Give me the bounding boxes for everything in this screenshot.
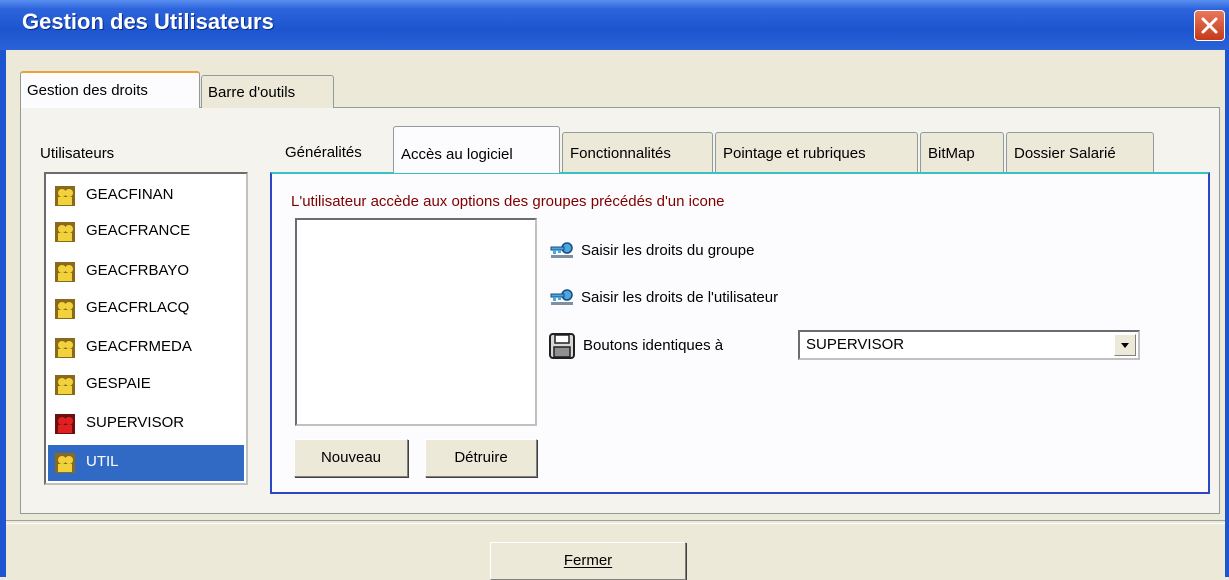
- user-group-icon: [55, 262, 75, 282]
- user-group-icon: [55, 375, 75, 395]
- tab-label: Généralités: [285, 144, 362, 161]
- chevron-down-icon: [1121, 343, 1129, 348]
- tab-generalites[interactable]: Généralités: [278, 132, 393, 172]
- key-icon: [550, 289, 573, 305]
- tab-label: Accès au logiciel: [401, 146, 513, 163]
- list-item-user[interactable]: GESPAIE: [48, 367, 244, 403]
- dropdown-button[interactable]: [1114, 334, 1136, 356]
- floppy-disk-icon: [549, 333, 575, 359]
- tab-fonctionnalites[interactable]: Fonctionnalités: [562, 132, 713, 172]
- user-group-icon: [55, 338, 75, 358]
- tab-label: Fonctionnalités: [570, 145, 671, 162]
- groups-list[interactable]: [295, 218, 537, 426]
- list-item-user[interactable]: GEACFINAN: [48, 178, 244, 214]
- user-name: GEACFRLACQ: [86, 299, 190, 316]
- window-title: Gestion des Utilisateurs: [22, 9, 274, 34]
- tab-label: Dossier Salarié: [1014, 145, 1116, 162]
- user-group-icon: [55, 299, 75, 319]
- identical-buttons-label: Boutons identiques à: [583, 337, 724, 354]
- list-item-user[interactable]: SUPERVISOR: [48, 406, 244, 442]
- tab-label: Gestion des droits: [27, 82, 148, 99]
- tab-dossier-salarie[interactable]: Dossier Salarié: [1006, 132, 1154, 172]
- close-window-button[interactable]: [1194, 10, 1225, 41]
- new-button-label: Nouveau: [320, 449, 382, 466]
- close-icon: [1201, 17, 1218, 34]
- title-bar: Gestion des Utilisateurs: [0, 0, 1229, 50]
- list-item-user[interactable]: GEACFRMEDA: [48, 330, 244, 366]
- user-name: SUPERVISOR: [86, 414, 185, 431]
- user-rights-label[interactable]: Saisir les droits de l'utilisateur: [581, 289, 778, 306]
- list-item-user-selected[interactable]: UTIL: [48, 445, 244, 481]
- tab-pointage-et-rubriques[interactable]: Pointage et rubriques: [715, 132, 918, 172]
- list-item-user[interactable]: GEACFRLACQ: [48, 291, 244, 327]
- user-name: GEACFRBAYO: [86, 262, 190, 279]
- footer-divider: [6, 520, 1225, 524]
- user-name: GEACFRANCE: [86, 222, 191, 239]
- tab-label: Barre d'outils: [208, 84, 296, 101]
- select-value: SUPERVISOR: [806, 336, 905, 353]
- identical-buttons-select[interactable]: SUPERVISOR: [798, 330, 1140, 360]
- tab-label: BitMap: [928, 145, 975, 162]
- list-item-user[interactable]: GEACFRANCE: [48, 214, 244, 250]
- delete-button[interactable]: Détruire: [425, 439, 537, 477]
- new-button[interactable]: Nouveau: [294, 439, 408, 477]
- group-rights-label[interactable]: Saisir les droits du groupe: [581, 242, 754, 259]
- user-group-icon: [55, 222, 75, 242]
- window-frame-right: [1225, 50, 1229, 577]
- key-icon: [550, 242, 573, 258]
- users-label: Utilisateurs: [40, 145, 115, 162]
- tab-acces-au-logiciel[interactable]: Accès au logiciel: [393, 126, 560, 173]
- window-frame-left: [0, 50, 6, 577]
- close-button-label: Fermer: [563, 552, 613, 569]
- user-name: GEACFRMEDA: [86, 338, 192, 355]
- user-group-red-icon: [55, 414, 75, 434]
- user-name: GEACFINAN: [86, 186, 174, 203]
- delete-button-label: Détruire: [454, 449, 508, 466]
- access-info-text: L'utilisateur accède aux options des gro…: [291, 193, 725, 210]
- user-group-icon: [55, 186, 75, 206]
- users-list[interactable]: GEACFINAN GEACFRANCE GEACFRBAYO GEACFRLA…: [44, 172, 248, 485]
- user-name: GESPAIE: [86, 375, 151, 392]
- tab-bitmap[interactable]: BitMap: [920, 132, 1004, 172]
- tab-gestion-des-droits[interactable]: Gestion des droits: [20, 71, 200, 108]
- tab-label: Pointage et rubriques: [723, 145, 866, 162]
- tab-barre-d-outils[interactable]: Barre d'outils: [201, 75, 334, 108]
- user-name: UTIL: [86, 453, 119, 470]
- list-item-user[interactable]: GEACFRBAYO: [48, 254, 244, 290]
- close-button[interactable]: Fermer: [490, 542, 686, 580]
- user-group-icon: [55, 453, 75, 473]
